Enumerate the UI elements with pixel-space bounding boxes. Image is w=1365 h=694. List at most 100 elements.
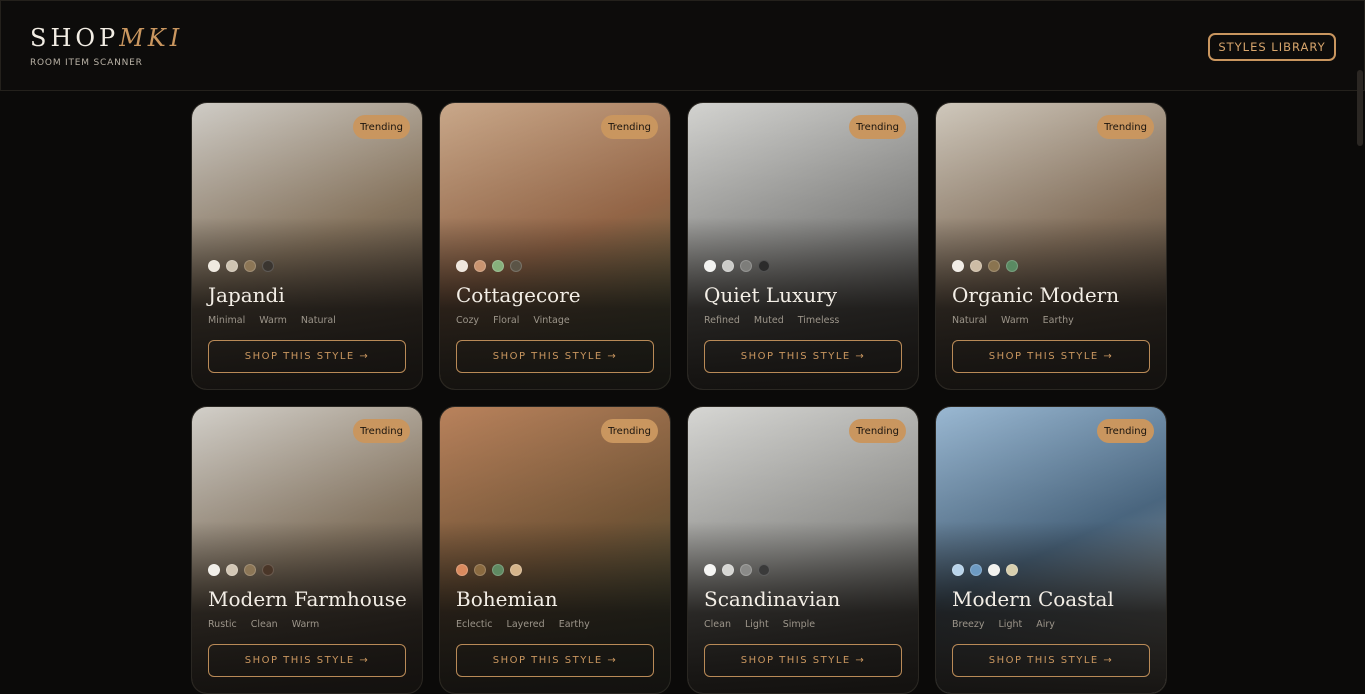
brand-accent: MKI <box>119 24 184 52</box>
color-swatch <box>758 564 770 576</box>
style-card[interactable]: Trending Organic Modern Natural Warm Earthy S… <box>935 102 1167 390</box>
color-swatch <box>208 564 220 576</box>
color-swatch <box>244 564 256 576</box>
trending-badge: Trending <box>353 419 410 443</box>
styles-library-button[interactable]: STYLES LIBRARY <box>1208 33 1336 61</box>
color-swatch <box>970 564 982 576</box>
style-tag: Layered <box>506 619 545 630</box>
style-tags: Natural Warm Earthy <box>952 315 1074 326</box>
style-tags: Cozy Floral Vintage <box>456 315 570 326</box>
style-card-title: Cottagecore <box>456 283 581 307</box>
color-palette <box>952 260 1018 272</box>
style-tag: Light <box>744 619 769 630</box>
trending-badge: Trending <box>849 115 906 139</box>
style-tags: Eclectic Layered Earthy <box>456 619 590 630</box>
color-palette <box>208 564 274 576</box>
style-tag: Earthy <box>1042 315 1074 326</box>
style-tag: Warm <box>1001 315 1029 326</box>
style-tag: Rustic <box>208 619 237 630</box>
color-swatch <box>704 260 716 272</box>
style-card[interactable]: Trending Modern Coastal Breezy Light Airy SHO… <box>935 406 1167 694</box>
style-tags: Breezy Light Airy <box>952 619 1055 630</box>
trending-badge: Trending <box>601 419 658 443</box>
color-swatch <box>722 260 734 272</box>
color-swatch <box>988 564 1000 576</box>
color-palette <box>208 260 274 272</box>
style-tag: Earthy <box>558 619 590 630</box>
style-card[interactable]: Trending Japandi Minimal Warm Natural SHOP TH… <box>191 102 423 390</box>
shop-this-style-button[interactable]: SHOP THIS STYLE → <box>208 644 406 677</box>
color-swatch <box>456 260 468 272</box>
shop-this-style-button[interactable]: SHOP THIS STYLE → <box>952 644 1150 677</box>
style-tags: Clean Light Simple <box>704 619 815 630</box>
style-tag: Light <box>998 619 1023 630</box>
color-swatch <box>722 564 734 576</box>
style-card[interactable]: Trending Quiet Luxury Refined Muted Timeless… <box>687 102 919 390</box>
color-swatch <box>262 260 274 272</box>
style-tag: Clean <box>250 619 278 630</box>
style-tag: Timeless <box>797 315 840 326</box>
color-swatch <box>474 564 486 576</box>
color-swatch <box>740 260 752 272</box>
style-card[interactable]: Trending Cottagecore Cozy Floral Vintage SHOP… <box>439 102 671 390</box>
color-swatch <box>970 260 982 272</box>
color-swatch <box>1006 564 1018 576</box>
style-card[interactable]: Trending Bohemian Eclectic Layered Earthy SHO… <box>439 406 671 694</box>
shop-this-style-button[interactable]: SHOP THIS STYLE → <box>456 644 654 677</box>
style-tag: Warm <box>259 315 287 326</box>
style-tag: Muted <box>753 315 784 326</box>
style-tags: Minimal Warm Natural <box>208 315 336 326</box>
brand-logo[interactable]: SHOPMKI <box>30 23 183 53</box>
style-card-title: Bohemian <box>456 587 558 611</box>
style-card-title: Modern Farmhouse <box>208 587 407 611</box>
style-tag: Breezy <box>952 619 985 630</box>
color-swatch <box>510 564 522 576</box>
style-card[interactable]: Trending Modern Farmhouse Rustic Clean Warm S… <box>191 406 423 694</box>
style-tag: Cozy <box>456 315 480 326</box>
style-card-title: Quiet Luxury <box>704 283 838 307</box>
style-tags: Rustic Clean Warm <box>208 619 319 630</box>
shop-this-style-button[interactable]: SHOP THIS STYLE → <box>704 340 902 373</box>
style-tags: Refined Muted Timeless <box>704 315 839 326</box>
trending-badge: Trending <box>1097 419 1154 443</box>
trending-badge: Trending <box>601 115 658 139</box>
trending-badge: Trending <box>1097 115 1154 139</box>
color-swatch <box>456 564 468 576</box>
style-card-title: Organic Modern <box>952 283 1120 307</box>
color-swatch <box>988 260 1000 272</box>
style-card-title: Scandinavian <box>704 587 841 611</box>
shop-this-style-button[interactable]: SHOP THIS STYLE → <box>704 644 902 677</box>
color-swatch <box>244 260 256 272</box>
color-swatch <box>226 564 238 576</box>
shop-this-style-button[interactable]: SHOP THIS STYLE → <box>208 340 406 373</box>
color-swatch <box>952 564 964 576</box>
app-header: SHOPMKI ROOM ITEM SCANNER STYLES LIBRARY <box>0 0 1365 91</box>
color-palette <box>704 564 770 576</box>
style-tag: Floral <box>493 315 520 326</box>
style-tag: Minimal <box>208 315 246 326</box>
color-swatch <box>740 564 752 576</box>
color-palette <box>952 564 1018 576</box>
style-card-title: Japandi <box>208 283 285 307</box>
color-swatch <box>208 260 220 272</box>
color-swatch <box>1006 260 1018 272</box>
style-tag: Clean <box>704 619 731 630</box>
style-tag: Refined <box>704 315 740 326</box>
style-tag: Eclectic <box>456 619 493 630</box>
color-palette <box>456 260 522 272</box>
style-tag: Airy <box>1036 619 1055 630</box>
style-card[interactable]: Trending Scandinavian Clean Light Simple SHOP… <box>687 406 919 694</box>
page-scrollbar-thumb[interactable] <box>1357 70 1363 146</box>
color-swatch <box>492 260 504 272</box>
color-swatch <box>492 564 504 576</box>
brand-main: SHOP <box>30 24 120 52</box>
color-palette <box>704 260 770 272</box>
shop-this-style-button[interactable]: SHOP THIS STYLE → <box>456 340 654 373</box>
shop-this-style-button[interactable]: SHOP THIS STYLE → <box>952 340 1150 373</box>
style-tag: Natural <box>300 315 336 326</box>
style-tag: Warm <box>291 619 320 630</box>
style-tag: Natural <box>952 315 988 326</box>
color-palette <box>456 564 522 576</box>
trending-badge: Trending <box>353 115 410 139</box>
color-swatch <box>474 260 486 272</box>
